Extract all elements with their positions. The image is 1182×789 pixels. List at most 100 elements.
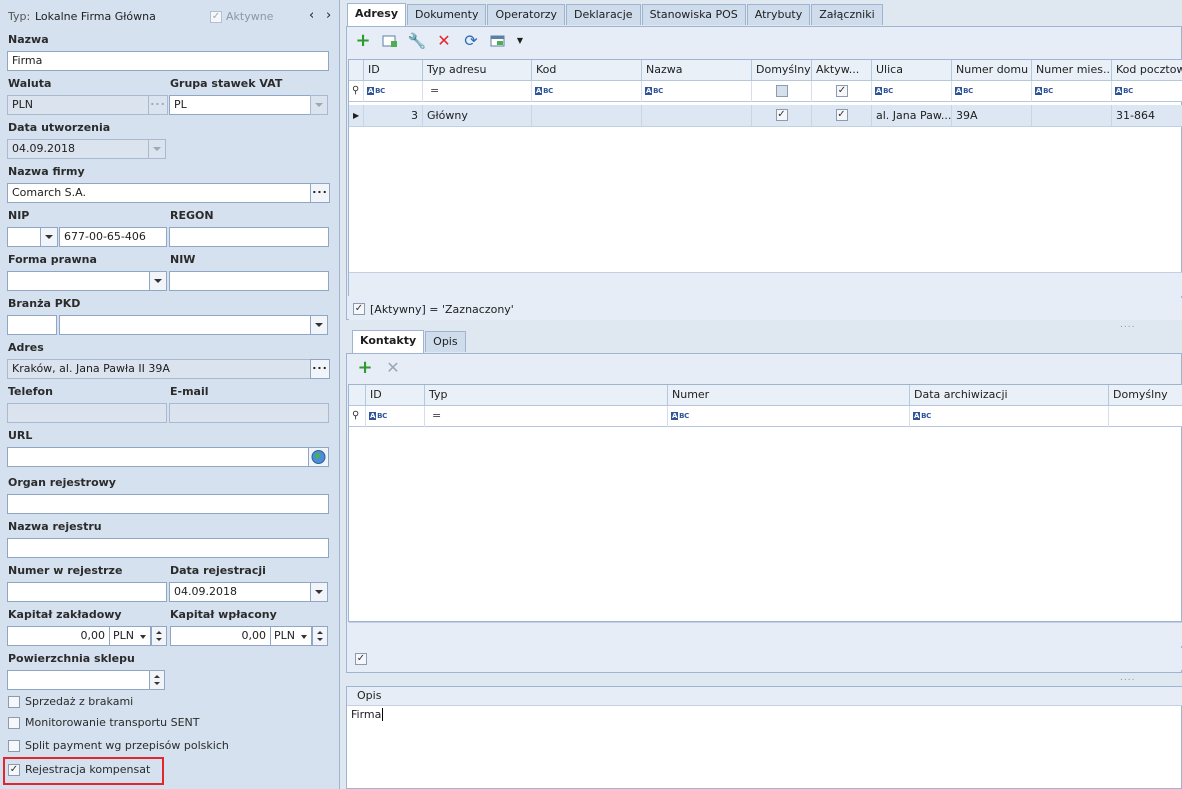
waluta-ellipsis-button[interactable]: ... — [148, 95, 168, 115]
filter-expression[interactable]: [Aktywny] = 'Zaznaczony' — [370, 303, 514, 316]
splitter-handle[interactable]: .... — [1120, 673, 1135, 683]
tab-kontakty[interactable]: Kontakty — [352, 330, 425, 353]
numer-rejestru-input[interactable] — [7, 582, 167, 602]
branza-select[interactable] — [59, 315, 311, 335]
active-checkbox[interactable] — [210, 11, 222, 23]
refresh-icon[interactable]: ⟳ — [462, 32, 480, 50]
splitter-handle[interactable]: .... — [1120, 320, 1135, 330]
col-typ[interactable]: Typ — [425, 385, 668, 406]
vat-dropdown-button[interactable] — [310, 95, 328, 115]
tab-dokumenty[interactable]: Dokumenty — [407, 4, 487, 25]
filter-data-archiwizacji[interactable]: A BC — [910, 406, 1109, 427]
filter-domyslny[interactable] — [1109, 406, 1182, 427]
filter-id[interactable]: A BC — [364, 81, 423, 102]
nip-prefix-select[interactable] — [7, 227, 41, 247]
col-id[interactable]: ID — [366, 385, 425, 406]
next-arrow-icon[interactable]: › — [326, 8, 331, 23]
nazwa-input[interactable]: Firma — [7, 51, 329, 71]
filter-typ-adresu[interactable]: = — [423, 81, 532, 102]
niw-input[interactable] — [169, 271, 329, 291]
kapital-wplacony-currency[interactable]: PLN — [270, 626, 312, 646]
forma-prawna-select[interactable] — [7, 271, 150, 291]
forma-prawna-dropdown[interactable] — [149, 271, 167, 291]
waluta-input[interactable]: PLN — [7, 95, 150, 115]
col-domyslny[interactable]: Domyślny — [752, 60, 812, 81]
filter-id[interactable]: A BC — [366, 406, 425, 427]
sent-checkbox[interactable] — [8, 717, 20, 729]
filter-typ[interactable]: = — [425, 406, 668, 427]
delete-icon[interactable]: ✕ — [384, 359, 402, 377]
filter-kod-pocztowy[interactable]: A BC — [1112, 81, 1182, 102]
col-kod-pocztowy[interactable]: Kod pocztow — [1112, 60, 1182, 81]
nazwa-rejestru-input[interactable] — [7, 538, 329, 558]
filter-domyslny[interactable] — [752, 81, 812, 102]
adres-input[interactable]: Kraków, al. Jana Pawła II 39A — [7, 359, 311, 379]
data-utworzenia-dropdown[interactable] — [148, 139, 166, 159]
add-icon[interactable]: + — [354, 32, 372, 50]
nip-input[interactable]: 677-00-65-406 — [59, 227, 167, 247]
add-from-list-icon[interactable] — [381, 32, 399, 50]
kapital-zakladowy-currency[interactable]: PLN — [109, 626, 151, 646]
sprzedaz-checkbox[interactable] — [8, 696, 20, 708]
col-domyslny[interactable]: Domyślny — [1109, 385, 1182, 406]
nazwa-firmy-input[interactable]: Comarch S.A. — [7, 183, 311, 203]
filter-numer-mieszkania[interactable]: A BC — [1032, 81, 1112, 102]
col-id[interactable]: ID — [364, 60, 423, 81]
email-input[interactable] — [169, 403, 329, 423]
nazwa-firmy-ellipsis-button[interactable]: ... — [310, 183, 330, 203]
filter-kod[interactable]: A BC — [532, 81, 642, 102]
col-numer-domu[interactable]: Numer domu — [952, 60, 1032, 81]
edit-wrench-icon[interactable]: 🔧 — [408, 32, 427, 50]
data-rejestracji-input[interactable]: 04.09.2018 — [169, 582, 311, 602]
tab-atrybuty[interactable]: Atrybuty — [746, 4, 811, 25]
col-data-archiwizacji[interactable]: Data archiwizacji — [910, 385, 1109, 406]
filter-numer[interactable]: A BC — [668, 406, 910, 427]
branza-dropdown[interactable] — [310, 315, 328, 335]
tab-deklaracje[interactable]: Deklaracje — [566, 4, 641, 25]
opis-textarea[interactable]: Firma​ — [351, 708, 384, 721]
vat-select[interactable]: PL — [169, 95, 311, 115]
tab-stanowiska-pos[interactable]: Stanowiska POS — [641, 4, 746, 25]
filter-aktywny[interactable] — [812, 81, 872, 102]
col-ulica[interactable]: Ulica — [872, 60, 952, 81]
nip-prefix-dropdown[interactable] — [40, 227, 58, 247]
kapital-zakladowy-spinner[interactable] — [151, 626, 167, 646]
organ-input[interactable] — [7, 494, 329, 514]
rejestracja-kompensat-checkbox[interactable] — [8, 764, 20, 776]
cell-domyslny[interactable] — [752, 105, 812, 126]
data-rejestracji-dropdown[interactable] — [310, 582, 328, 602]
adres-ellipsis-button[interactable]: ... — [310, 359, 330, 379]
col-numer-mieszkania[interactable]: Numer mies... — [1032, 60, 1112, 81]
globe-button[interactable] — [308, 447, 329, 467]
filter-enabled-checkbox[interactable] — [353, 303, 365, 315]
telefon-input[interactable] — [7, 403, 167, 423]
kapital-zakladowy-input[interactable]: 0,00 — [7, 626, 110, 646]
data-utworzenia-input[interactable]: 04.09.2018 — [7, 139, 149, 159]
filter-numer-domu[interactable]: A BC — [952, 81, 1032, 102]
delete-icon[interactable]: ✕ — [435, 32, 453, 50]
col-nazwa[interactable]: Nazwa — [642, 60, 752, 81]
url-input[interactable] — [7, 447, 309, 467]
prev-arrow-icon[interactable]: ‹ — [309, 8, 314, 23]
powierzchnia-input[interactable] — [7, 670, 150, 690]
regon-input[interactable] — [169, 227, 329, 247]
col-kod[interactable]: Kod — [532, 60, 642, 81]
tab-zalaczniki[interactable]: Załączniki — [811, 4, 883, 25]
filter-nazwa[interactable]: A BC — [642, 81, 752, 102]
branza-code-input[interactable] — [7, 315, 57, 335]
col-aktywny[interactable]: Aktyw... — [812, 60, 872, 81]
layout-icon[interactable] — [489, 32, 507, 50]
tab-opis[interactable]: Opis — [425, 331, 466, 352]
kapital-wplacony-spinner[interactable] — [312, 626, 328, 646]
split-payment-checkbox[interactable] — [8, 740, 20, 752]
kontakty-filter-checkbox[interactable] — [355, 653, 367, 665]
tab-operatorzy[interactable]: Operatorzy — [487, 4, 566, 25]
layout-dropdown-icon[interactable]: ▼ — [511, 32, 529, 50]
cell-aktywny[interactable] — [812, 105, 872, 126]
kapital-wplacony-input[interactable]: 0,00 — [170, 626, 271, 646]
add-icon[interactable]: + — [356, 359, 374, 377]
tab-adresy[interactable]: Adresy — [347, 3, 406, 26]
filter-ulica[interactable]: A BC — [872, 81, 952, 102]
col-typ-adresu[interactable]: Typ adresu — [423, 60, 532, 81]
col-numer[interactable]: Numer — [668, 385, 910, 406]
